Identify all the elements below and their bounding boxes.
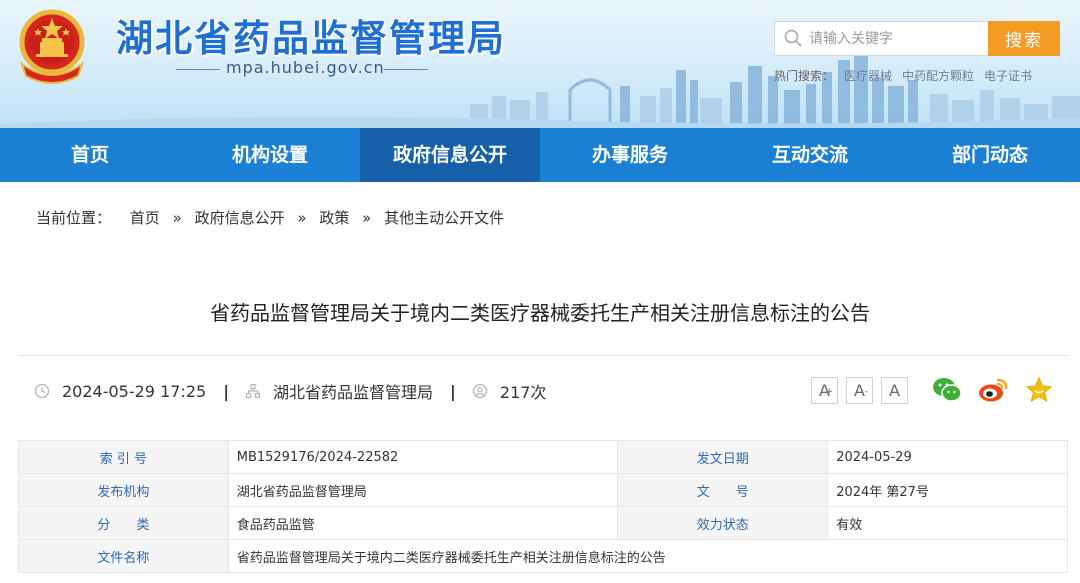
breadcrumb-label: 当前位置： [36, 209, 112, 227]
breadcrumb-item-home[interactable]: 首页 [130, 209, 160, 227]
font-decrease-mark: - [864, 386, 868, 397]
info-key: 文 号 [617, 473, 829, 507]
table-row: 发布机构 湖北省药品监督管理局 文 号 2024年 第27号 [18, 473, 1068, 507]
font-decrease-label: A [854, 380, 865, 400]
breadcrumb: 当前位置： 首页 » 政府信息公开 » 政策 » 其他主动公开文件 [36, 207, 504, 228]
breadcrumb-separator: » [362, 209, 372, 227]
hot-search-link[interactable]: 医疗器械 [844, 69, 892, 83]
info-key: 分 类 [18, 506, 229, 540]
site-title[interactable]: 湖北省药品监督管理局 [116, 8, 506, 62]
domain-decor-line-right [384, 69, 428, 70]
info-key: 发文日期 [617, 440, 829, 474]
national-emblem-icon [19, 9, 85, 84]
info-value: 省药品监督管理局关于境内二类医疗器械委托生产相关注册信息标注的公告 [227, 539, 1069, 573]
table-row: 索 引 号 MB1529176/2024-22582 发文日期 2024-05-… [18, 440, 1068, 474]
info-value: 有效 [827, 506, 1068, 540]
publish-date: 2024-05-29 17:25 [62, 381, 207, 401]
breadcrumb-separator: » [172, 209, 182, 227]
nav-item-services[interactable]: 办事服务 [540, 128, 720, 182]
site-domain: mpa.hubei.gov.cn [226, 58, 385, 77]
breadcrumb-item-policy[interactable]: 政策 [319, 209, 349, 227]
meta-separator: | [223, 381, 230, 401]
hot-search-link[interactable]: 电子证书 [984, 69, 1032, 83]
nav-item-organization[interactable]: 机构设置 [180, 128, 360, 182]
breadcrumb-item-other-files[interactable]: 其他主动公开文件 [384, 209, 504, 227]
info-value: 2024-05-29 [827, 440, 1068, 474]
info-value: MB1529176/2024-22582 [227, 440, 619, 474]
site-header: 湖北省药品监督管理局 mpa.hubei.gov.cn 搜索 热门搜索： 医疗器械… [0, 0, 1080, 128]
hot-search-link[interactable]: 中药配方颗粒 [902, 69, 974, 83]
view-count: 217次 [499, 383, 547, 402]
font-default-label: A [889, 380, 900, 400]
font-default-button[interactable]: A [881, 376, 908, 404]
info-key: 效力状态 [617, 506, 829, 540]
document-info-table: 索 引 号 MB1529176/2024-22582 发文日期 2024-05-… [18, 440, 1069, 573]
info-value: 食品药品监管 [227, 506, 619, 540]
article-meta: 2024-05-29 17:25 | 湖北省药品监督管理局 | 217次 [34, 380, 546, 402]
article-title: 省药品监督管理局关于境内二类医疗器械委托生产相关注册信息标注的公告 [210, 301, 870, 325]
user-views-icon [472, 383, 488, 399]
search-button[interactable]: 搜索 [988, 21, 1060, 56]
font-decrease-button[interactable]: A- [846, 376, 873, 404]
nav-item-interaction[interactable]: 互动交流 [720, 128, 900, 182]
hot-search-bar: 热门搜索： 医疗器械 中药配方颗粒 电子证书 [774, 67, 1042, 84]
breadcrumb-item-gov-info[interactable]: 政府信息公开 [195, 209, 285, 227]
info-key: 文件名称 [18, 539, 229, 573]
favorite-star-icon[interactable] [1024, 376, 1054, 404]
search-input[interactable] [809, 22, 985, 55]
info-key: 索 引 号 [18, 440, 229, 474]
organization-icon [245, 383, 261, 399]
wechat-icon[interactable] [932, 376, 962, 404]
breadcrumb-separator: » [297, 209, 307, 227]
font-increase-mark: + [825, 386, 833, 397]
info-key: 发布机构 [18, 473, 229, 507]
article-source: 湖北省药品监督管理局 [273, 383, 434, 402]
main-nav: 首页 机构设置 政府信息公开 办事服务 互动交流 部门动态 [0, 128, 1080, 182]
search-box [774, 21, 988, 56]
info-value: 湖北省药品监督管理局 [227, 473, 619, 507]
hot-search-label: 热门搜索： [774, 69, 835, 83]
table-row: 文件名称 省药品监督管理局关于境内二类医疗器械委托生产相关注册信息标注的公告 [18, 539, 1069, 573]
info-value: 2024年 第27号 [827, 473, 1068, 507]
weibo-icon[interactable] [978, 376, 1008, 404]
nav-item-news[interactable]: 部门动态 [900, 128, 1080, 182]
font-increase-button[interactable]: A + [811, 376, 838, 404]
nav-item-gov-info[interactable]: 政府信息公开 [360, 128, 540, 182]
article-tools: A + A- A [811, 376, 1054, 404]
search-icon [784, 29, 802, 47]
clock-icon [34, 383, 50, 399]
title-divider [18, 355, 1068, 356]
nav-item-home[interactable]: 首页 [0, 128, 180, 182]
domain-decor-line-left [176, 69, 220, 70]
table-row: 分 类 食品药品监管 效力状态 有效 [18, 506, 1068, 540]
meta-separator: | [450, 381, 456, 401]
